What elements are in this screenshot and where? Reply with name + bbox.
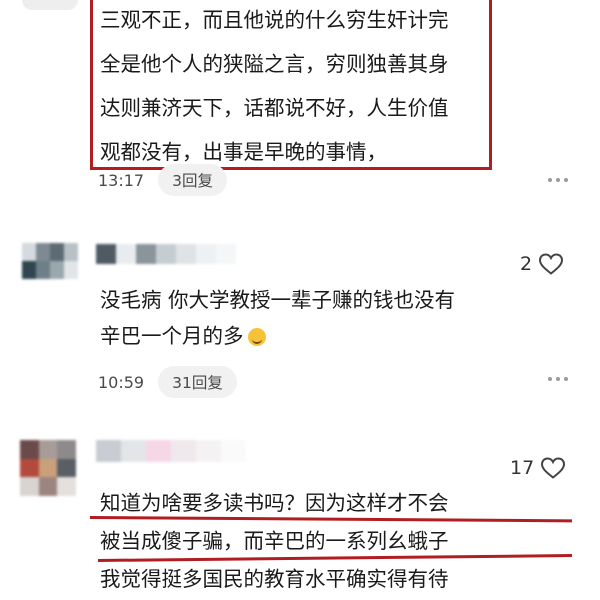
comment-line: 我觉得挺多国民的教育水平确实得有待 (100, 567, 449, 591)
like-count: 17 (510, 457, 535, 479)
avatar[interactable] (20, 440, 76, 496)
comment-line: 辛巴一个月的多 (100, 318, 570, 354)
comment-list: 三观不正，而且他说的什么穷生奸计完 全是他个人的狭隘之言，穷则独善其身 达则兼济… (0, 0, 600, 600)
comment-time: 10:59 (98, 372, 145, 392)
face-emoji-icon (247, 328, 266, 346)
comment-text: 三观不正，而且他说的什么穷生奸计完 全是他个人的狭隘之言，穷则独善其身 达则兼济… (100, 8, 449, 164)
like-count: 2 (520, 253, 533, 275)
like-button[interactable]: 2 (520, 252, 564, 276)
more-dots-icon[interactable] (548, 178, 568, 182)
username[interactable] (96, 244, 236, 264)
comment-meta: 10:59 31回复 (98, 366, 237, 398)
comment-meta: 13:17 3回复 (98, 164, 227, 196)
replies-button[interactable]: 31回复 (158, 366, 237, 398)
replies-button[interactable]: 3回复 (158, 164, 227, 196)
more-dots-icon[interactable] (548, 377, 568, 381)
comment-line-text: 辛巴一个月的多 (100, 324, 244, 348)
avatar[interactable] (22, 0, 78, 10)
avatar[interactable] (22, 243, 78, 279)
comment-time: 13:17 (98, 170, 145, 190)
username[interactable] (96, 440, 246, 462)
heart-outline-icon (539, 253, 564, 275)
comment-text: 没毛病 你大学教授一辈子赚的钱也没有 辛巴一个月的多 (100, 282, 570, 354)
comment-line: 没毛病 你大学教授一辈子赚的钱也没有 (100, 288, 456, 312)
heart-outline-icon (541, 457, 566, 479)
like-button[interactable]: 17 (510, 456, 566, 480)
comment-text: 知道为啥要多读书吗？因为这样才不会 被当成傻子骗，而辛巴的一系列幺蛾子 我觉得挺… (100, 484, 600, 598)
